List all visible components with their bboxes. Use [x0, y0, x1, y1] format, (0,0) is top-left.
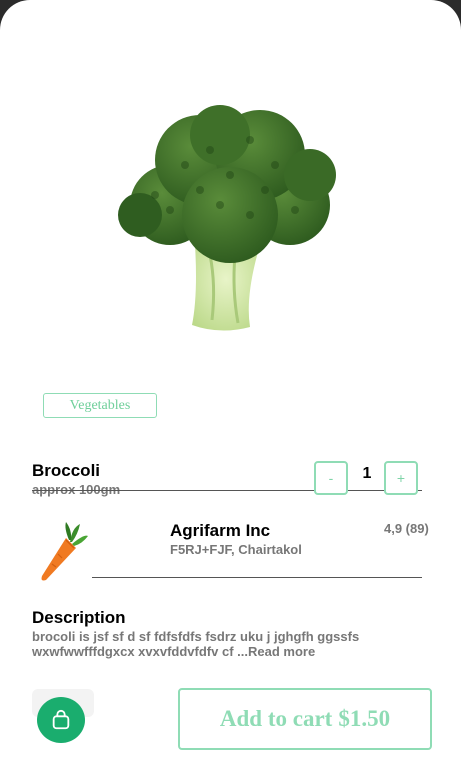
product-name: Broccoli: [32, 461, 101, 480]
description-heading: Description: [32, 608, 126, 627]
divider: [32, 490, 422, 491]
seller-rating: 4,9 (89): [384, 521, 429, 536]
add-to-cart-button[interactable]: Add to cart $1.50: [178, 688, 432, 750]
cart-button[interactable]: [37, 697, 85, 743]
category-chip[interactable]: Vegetables: [43, 393, 157, 418]
read-more-link[interactable]: Read more: [248, 644, 315, 659]
product-image: [118, 105, 336, 331]
divider: [92, 577, 422, 578]
seller-address: F5RJ+FJF, Chairtakol: [170, 542, 302, 557]
add-to-cart-label: Add to cart: [219, 706, 333, 731]
quantity-value: 1: [362, 465, 372, 482]
description-text: brocoli is jsf sf d sf fdfsfdfs fsdrz uk…: [32, 629, 432, 659]
seller-avatar: [41, 522, 88, 581]
price: $1.50: [338, 706, 391, 731]
seller-name[interactable]: Agrifarm Inc: [170, 521, 270, 541]
quantity-decrement-button[interactable]: -: [314, 461, 348, 495]
shopping-bag-icon: [52, 709, 70, 730]
product-detail-card: Vegetables Broccoli approx 100gm - 1 + A…: [0, 0, 461, 765]
quantity-increment-button[interactable]: +: [384, 461, 418, 495]
